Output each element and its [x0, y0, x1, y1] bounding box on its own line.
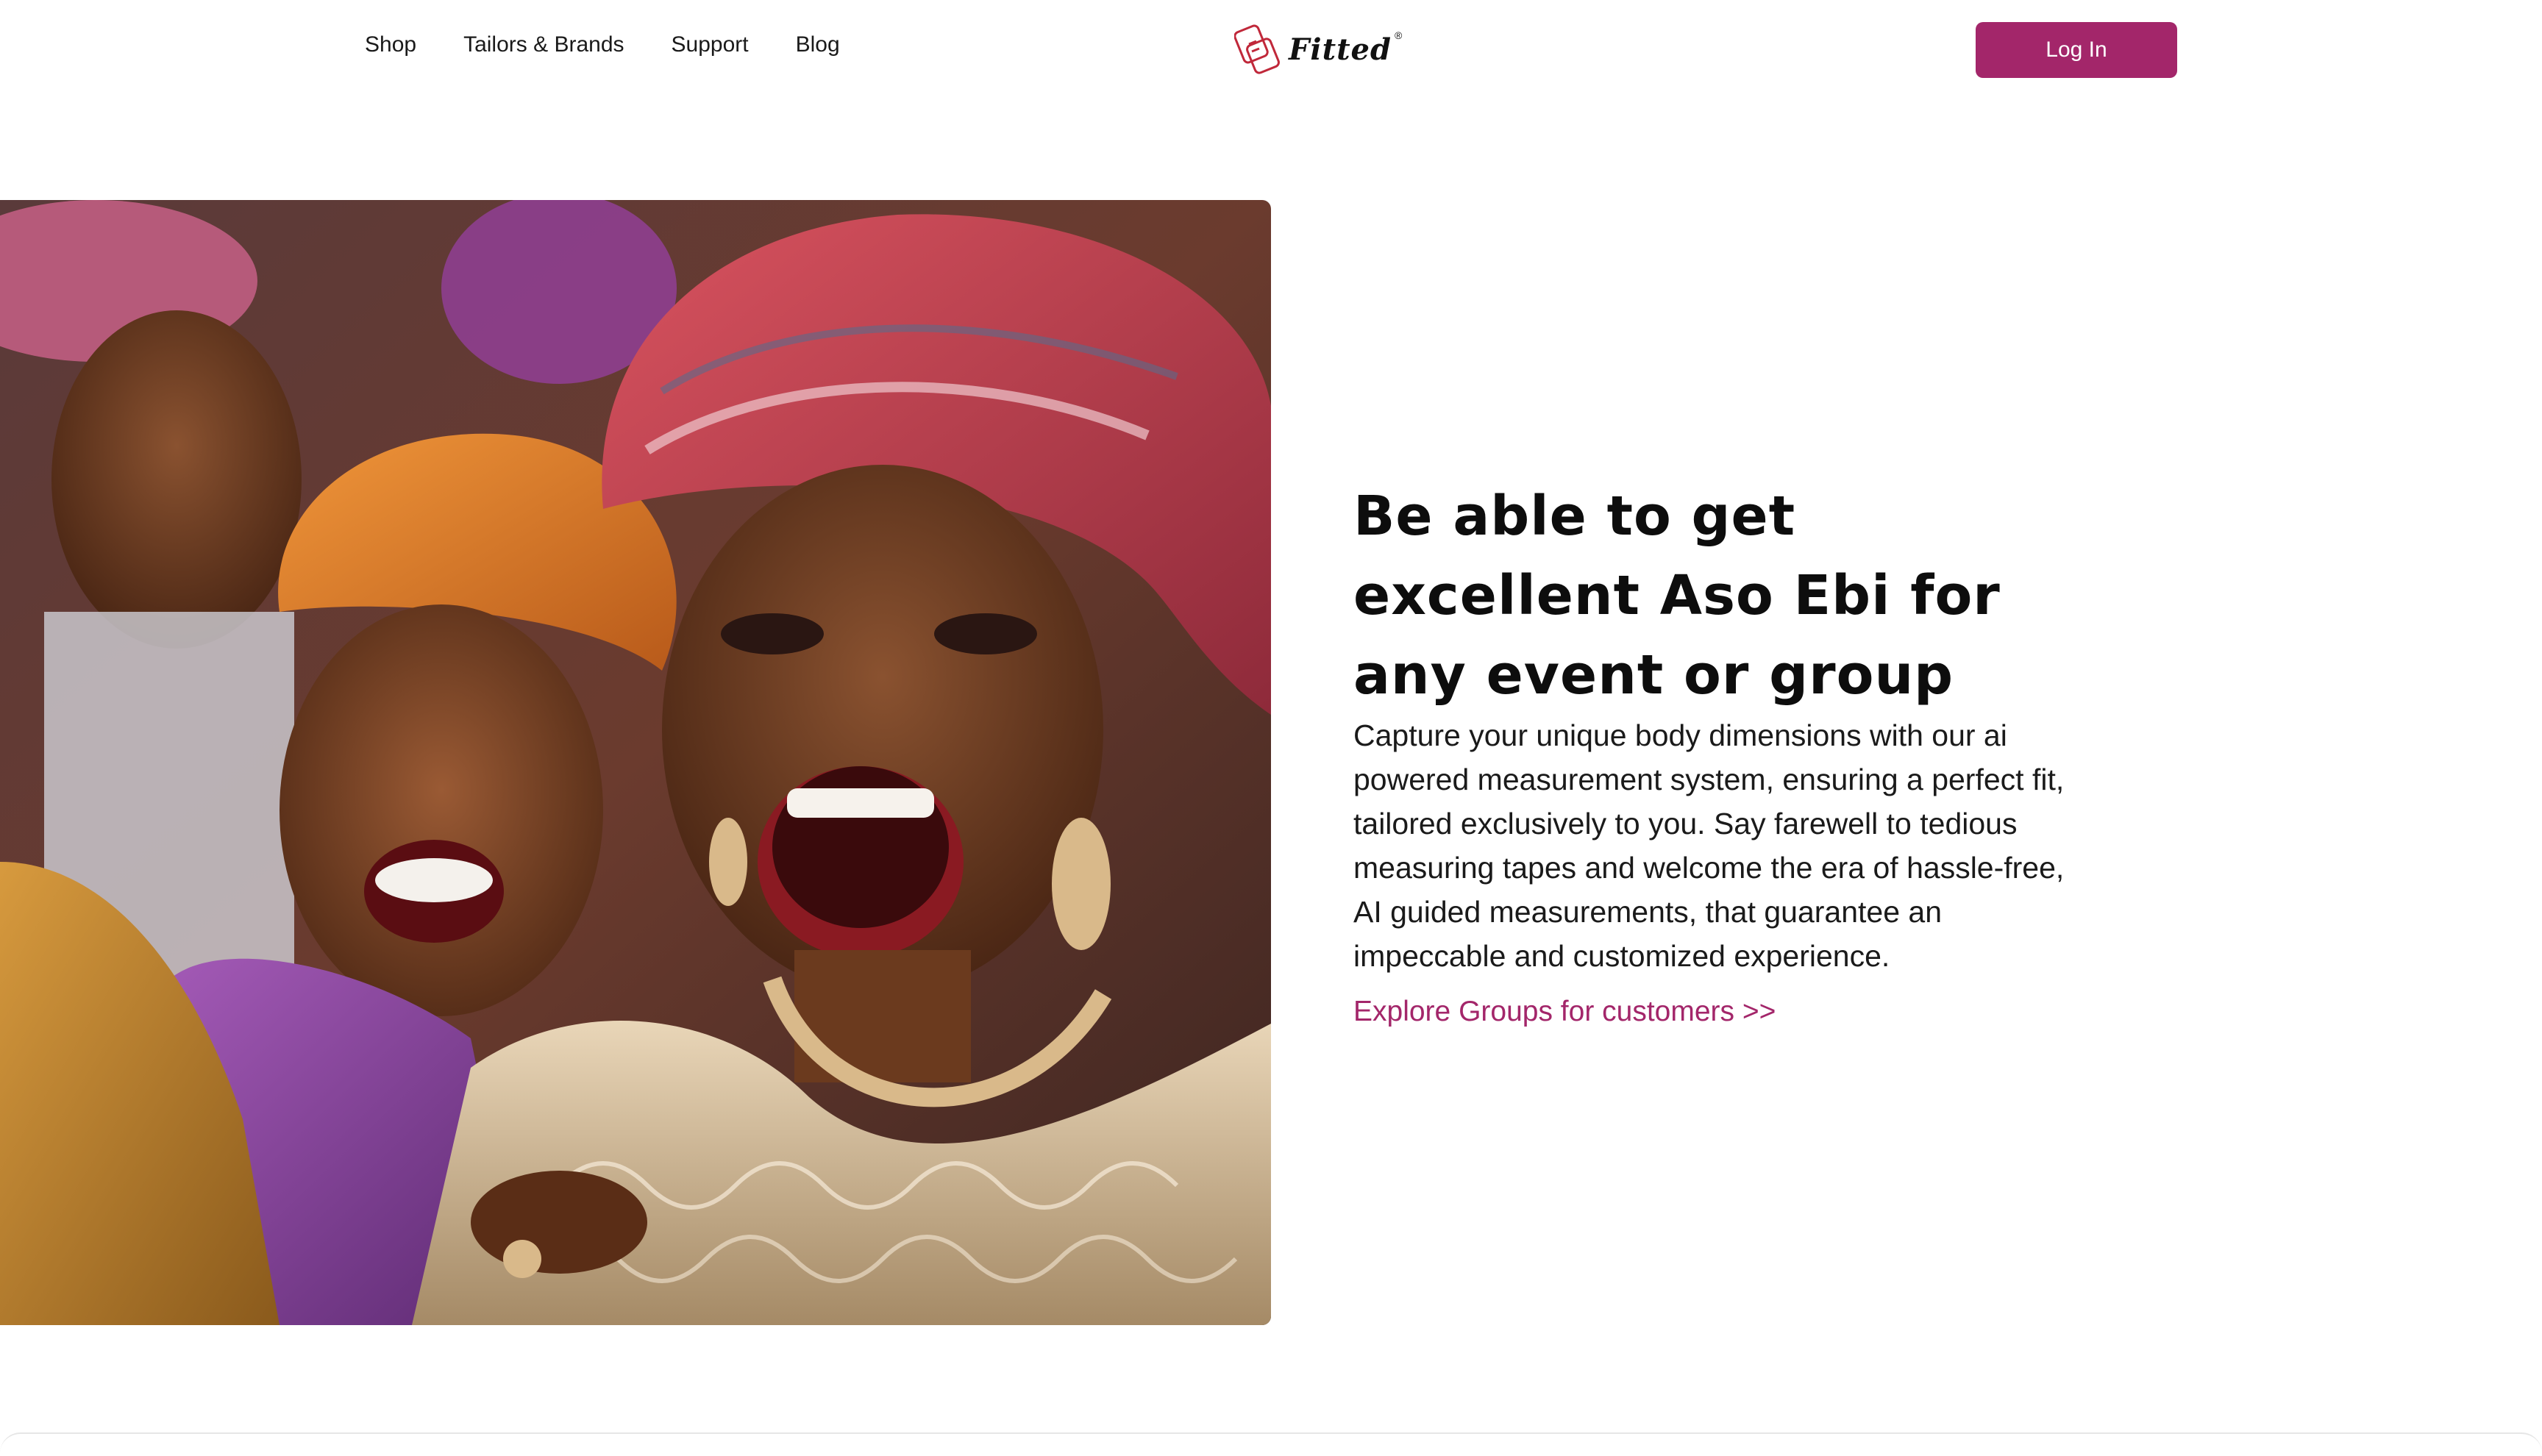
hero-photo-illustration — [0, 200, 1271, 1325]
nav-link-support[interactable]: Support — [672, 32, 749, 57]
main-nav: Shop Tailors & Brands Support Blog — [365, 32, 840, 57]
hero-photo — [0, 200, 1271, 1325]
hero-description: Capture your unique body dimensions with… — [1353, 718, 2065, 973]
registered-mark: ® — [1394, 29, 1403, 41]
page: Shop Tailors & Brands Support Blog Fitte… — [0, 0, 2542, 1456]
bottom-section-edge — [0, 1432, 2542, 1456]
nav-link-shop[interactable]: Shop — [365, 32, 416, 57]
measuring-tape-icon — [1234, 24, 1280, 74]
site-header: Shop Tailors & Brands Support Blog Fitte… — [0, 0, 2542, 99]
nav-link-tailors-brands[interactable]: Tailors & Brands — [463, 32, 624, 57]
brand-logo[interactable]: Fitted ® — [1234, 22, 1402, 76]
hero-text: Be able to get excellent Aso Ebi for any… — [1353, 477, 2074, 1028]
hero-title: Be able to get excellent Aso Ebi for any… — [1353, 485, 2001, 707]
explore-groups-link[interactable]: Explore Groups for customers >> — [1353, 996, 1776, 1028]
logo-wordmark: Fitted — [1289, 32, 1392, 67]
nav-link-blog[interactable]: Blog — [796, 32, 840, 57]
login-button[interactable]: Log In — [1976, 22, 2177, 78]
